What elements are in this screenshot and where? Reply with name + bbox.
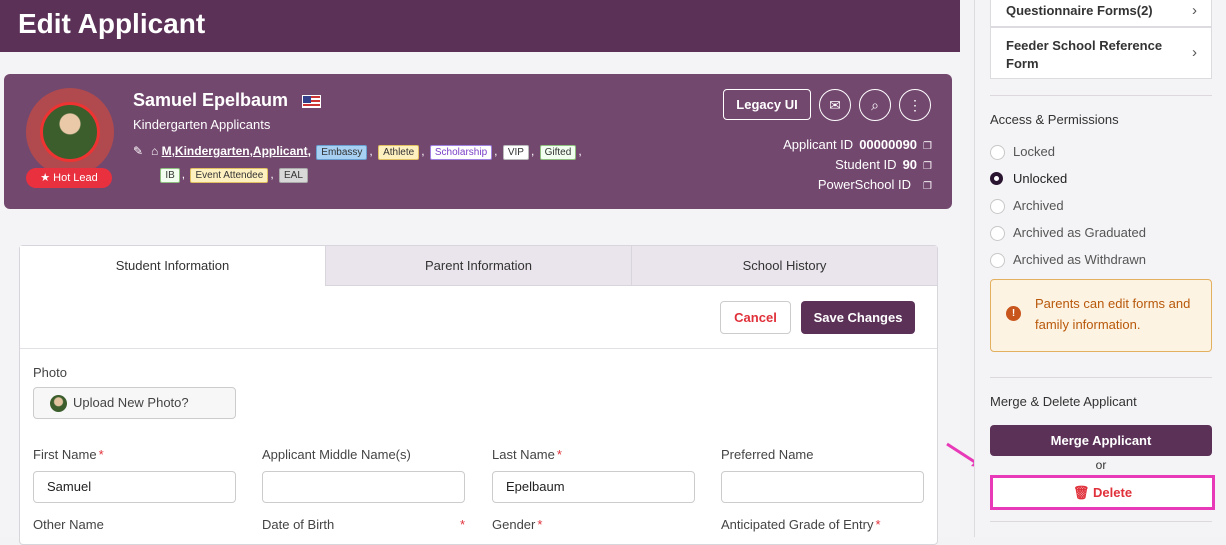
chevron-right-icon: ›: [1192, 44, 1197, 61]
copy-icon[interactable]: ❐: [923, 161, 932, 172]
applicant-group: Kindergarten Applicants: [133, 117, 271, 132]
student-id-label: Student ID: [835, 157, 897, 172]
pencil-icon[interactable]: ✎: [133, 140, 147, 163]
or-separator: or: [1095, 458, 1107, 472]
page-title: Edit Applicant: [18, 8, 206, 39]
tag-icon: ⌂: [151, 144, 159, 158]
merge-delete-title: Merge & Delete Applicant: [990, 394, 1137, 409]
feeder-school-form-link[interactable]: Feeder School Reference Form ›: [990, 27, 1212, 79]
radio-locked[interactable]: Locked: [990, 144, 1055, 160]
student-id-value: 90: [902, 157, 918, 172]
notice-text: Parents can edit forms and family inform…: [1035, 296, 1191, 332]
powerschool-id-label: PowerSchool ID: [817, 177, 912, 192]
access-permissions-title: Access & Permissions: [990, 112, 1119, 127]
tags-row: ✎ ⌂ M,Kindergarten,Applicant, Embassy, At…: [133, 140, 603, 186]
tag-ib: IB: [160, 168, 180, 183]
dob-label: Date of Birth *: [262, 517, 465, 532]
preferred-name-field[interactable]: [721, 471, 924, 503]
other-name-label: Other Name: [33, 517, 104, 532]
legacy-ui-button[interactable]: Legacy UI: [723, 89, 811, 120]
tab-parent-information[interactable]: Parent Information: [325, 246, 631, 286]
more-options-icon[interactable]: ⋮: [899, 89, 931, 121]
last-name-field[interactable]: Epelbaum: [492, 471, 695, 503]
avatar[interactable]: [40, 102, 100, 162]
merge-applicant-button[interactable]: Merge Applicant: [990, 425, 1212, 456]
radio-archived[interactable]: Archived: [990, 198, 1064, 214]
tag-event-attendee: Event Attendee: [190, 168, 269, 183]
radio-archived-withdrawn[interactable]: Archived as Withdrawn: [990, 252, 1146, 268]
main-area: Edit Applicant ★ Hot Lead Samuel Epelbau…: [0, 0, 983, 545]
divider: [990, 377, 1212, 378]
applicant-name: Samuel Epelbaum: [133, 90, 289, 110]
tags-link[interactable]: M,Kindergarten,Applicant,: [162, 144, 311, 158]
avatar-ring: [26, 88, 114, 176]
id-block: Applicant ID 00000090 ❐ Student ID 90 ❐ Powe…: [783, 136, 932, 196]
applicant-id-value: 00000090: [859, 137, 918, 152]
page-header: Edit Applicant: [0, 0, 960, 52]
radio-unlocked[interactable]: Unlocked: [990, 171, 1067, 187]
us-flag-icon: [302, 95, 321, 108]
tag-gifted: Gifted: [539, 145, 577, 160]
preferred-name-label: Preferred Name: [721, 447, 814, 462]
questionnaire-forms-link[interactable]: Questionnaire Forms(2) ›: [990, 0, 1212, 27]
tag-eal: EAL: [278, 168, 308, 183]
applicant-id-label: Applicant ID: [783, 137, 854, 152]
form-actions: Cancel Save Changes: [20, 287, 937, 349]
tab-student-information[interactable]: Student Information: [20, 246, 325, 286]
applicant-form-panel: Student Information Parent Information S…: [19, 245, 938, 545]
photo-thumbnail: [50, 395, 67, 412]
right-sidebar: Questionnaire Forms(2) › Feeder School R…: [974, 0, 1226, 537]
tag-embassy: Embassy: [316, 145, 368, 160]
hot-lead-badge: ★ Hot Lead: [26, 168, 112, 188]
edit-notice: ! Parents can edit forms and family info…: [990, 279, 1212, 352]
feeder-school-form-label: Feeder School Reference Form: [1006, 38, 1163, 71]
gender-label: Gender *: [492, 517, 543, 532]
first-name-label: First Name *: [33, 447, 104, 462]
tag-scholarship: Scholarship: [429, 145, 493, 160]
first-name-field[interactable]: Samuel: [33, 471, 236, 503]
chevron-right-icon: ›: [1192, 2, 1197, 19]
delete-button[interactable]: 🗑 Delete: [990, 475, 1215, 510]
photo-label: Photo: [33, 365, 67, 380]
tab-bar: Student Information Parent Information S…: [20, 246, 937, 286]
questionnaire-forms-label: Questionnaire Forms(2): [1006, 3, 1153, 18]
cancel-button[interactable]: Cancel: [720, 301, 791, 334]
upload-photo-label: Upload New Photo?: [73, 395, 189, 410]
email-icon[interactable]: ✉: [819, 89, 851, 121]
divider: [990, 95, 1212, 96]
tab-school-history[interactable]: School History: [631, 246, 937, 286]
upload-photo-button[interactable]: Upload New Photo?: [33, 387, 236, 419]
applicant-summary-card: ★ Hot Lead Samuel Epelbaum Kindergarten …: [4, 74, 952, 209]
middle-name-label: Applicant Middle Name(s): [262, 447, 411, 462]
middle-name-field[interactable]: [262, 471, 465, 503]
document-search-icon[interactable]: ⌕: [859, 89, 891, 121]
grade-label: Anticipated Grade of Entry *: [721, 517, 881, 532]
copy-icon[interactable]: ❐: [923, 181, 932, 192]
save-changes-button[interactable]: Save Changes: [801, 301, 915, 334]
tag-vip: VIP: [502, 145, 529, 160]
info-icon: !: [1006, 306, 1021, 321]
radio-archived-graduated[interactable]: Archived as Graduated: [990, 225, 1146, 241]
tag-athlete: Athlete: [378, 145, 420, 160]
last-name-label: Last Name *: [492, 447, 562, 462]
copy-icon[interactable]: ❐: [923, 141, 932, 152]
divider: [990, 521, 1212, 522]
